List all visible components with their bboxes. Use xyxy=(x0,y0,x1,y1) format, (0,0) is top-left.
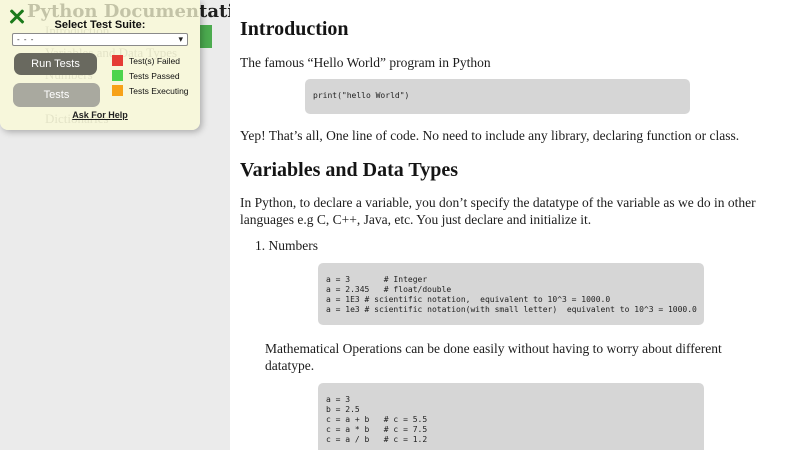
app-window: Python Documentation Introduction Variab… xyxy=(0,0,800,450)
passed-color-swatch xyxy=(112,70,123,81)
executing-color-swatch xyxy=(112,85,123,96)
run-tests-button[interactable]: Run Tests xyxy=(14,53,97,75)
test-suite-panel: Select Test Suite: - - - ▾ Run Tests Tes… xyxy=(0,0,200,130)
legend-row-executing: Tests Executing xyxy=(112,85,189,96)
test-suite-select[interactable]: - - - ▾ xyxy=(12,33,188,46)
code-block-math-operations: a = 3 b = 2.5 c = a + b # c = 5.5 c = a … xyxy=(318,383,704,450)
section-heading-introduction: Introduction xyxy=(240,18,349,40)
chevron-down-icon: ▾ xyxy=(178,34,183,44)
legend-label: Tests Passed xyxy=(129,70,180,81)
legend-row-failed: Test(s) Failed xyxy=(112,55,189,66)
tests-button[interactable]: Tests xyxy=(13,83,100,107)
list-item-numbers: 1. Numbers xyxy=(255,238,760,254)
failed-color-swatch xyxy=(112,55,123,66)
legend-label: Tests Executing xyxy=(129,85,189,96)
math-operations-paragraph: Mathematical Operations can be done easi… xyxy=(265,341,722,373)
intro-followup-paragraph: Yep! That’s all, One line of code. No ne… xyxy=(240,128,740,143)
green-status-indicator xyxy=(200,25,212,48)
legend-label: Test(s) Failed xyxy=(129,55,181,66)
select-test-suite-label: Select Test Suite: xyxy=(54,19,146,31)
legend-row-passed: Tests Passed xyxy=(112,70,189,81)
main-content: Introduction The famous “Hello World” pr… xyxy=(230,0,800,450)
test-suite-select-value: - - - xyxy=(17,35,35,44)
test-status-legend: Test(s) Failed Tests Passed Tests Execut… xyxy=(112,55,189,100)
variables-paragraph: In Python, to declare a variable, you do… xyxy=(240,195,756,227)
code-block-numbers: a = 3 # Integer a = 2.345 # float/double… xyxy=(318,263,704,325)
code-block-hello-world: print("hello World") xyxy=(305,79,690,114)
ask-for-help-link[interactable]: Ask For Help xyxy=(0,110,200,120)
section-heading-variables: Variables and Data Types xyxy=(240,159,459,181)
list-label: Numbers xyxy=(268,238,319,253)
list-number: 1. xyxy=(255,238,266,253)
intro-paragraph: The famous “Hello World” program in Pyth… xyxy=(240,55,491,70)
